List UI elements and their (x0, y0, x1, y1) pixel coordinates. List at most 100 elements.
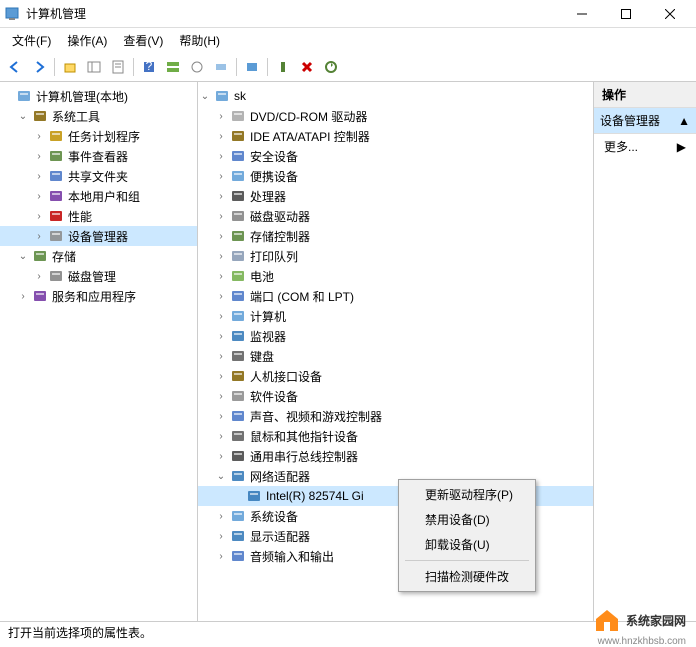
menu-view[interactable]: 查看(V) (115, 30, 171, 51)
tree-item[interactable]: ›服务和应用程序 (0, 286, 197, 306)
collapse-icon[interactable]: › (214, 151, 228, 162)
collapse-icon[interactable]: › (214, 171, 228, 182)
minimize-button[interactable] (560, 0, 604, 28)
uninstall-button[interactable] (296, 56, 318, 78)
monitor-icon (230, 328, 246, 344)
tree-item[interactable]: ›本地用户和组 (0, 186, 197, 206)
tree-item[interactable]: ›便携设备 (198, 166, 593, 186)
expand-icon[interactable]: ⌄ (16, 251, 30, 262)
tree-item[interactable]: ⌄存储 (0, 246, 197, 266)
up-button[interactable] (59, 56, 81, 78)
tree-label: 共享文件夹 (68, 168, 128, 185)
collapse-icon[interactable]: › (214, 371, 228, 382)
collapse-icon[interactable]: › (214, 131, 228, 142)
tree-item[interactable]: ›性能 (0, 206, 197, 226)
tree-label: 磁盘管理 (68, 268, 116, 285)
collapse-icon[interactable]: › (214, 111, 228, 122)
actions-more[interactable]: 更多... ▶ (594, 134, 696, 159)
collapse-icon[interactable]: › (214, 331, 228, 342)
collapse-icon[interactable]: › (214, 271, 228, 282)
help-button[interactable]: ? (138, 56, 160, 78)
collapse-icon[interactable]: › (16, 291, 30, 302)
tree-item[interactable]: ›人机接口设备 (198, 366, 593, 386)
tree-item[interactable]: › 鼠标和其他指针设备 (198, 426, 593, 446)
tree-item[interactable]: ›存储控制器 (198, 226, 593, 246)
tree-item[interactable]: › 共享文件夹 (0, 166, 197, 186)
tree-item[interactable]: 计算机管理(本地) (0, 86, 197, 106)
collapse-icon[interactable]: › (32, 271, 46, 282)
collapse-icon[interactable]: › (214, 391, 228, 402)
update-button[interactable] (320, 56, 342, 78)
tree-item[interactable]: ›事件查看器 (0, 146, 197, 166)
back-button[interactable] (4, 56, 26, 78)
tree-item[interactable]: ›计算机 (198, 306, 593, 326)
collapse-icon[interactable]: › (214, 551, 228, 562)
collapse-icon[interactable]: › (214, 411, 228, 422)
collapse-icon[interactable]: › (214, 511, 228, 522)
context-menu-item[interactable]: 扫描检测硬件改 (401, 564, 533, 589)
context-menu-item[interactable]: 禁用设备(D) (401, 507, 533, 532)
maximize-button[interactable] (604, 0, 648, 28)
scope-tree[interactable]: 计算机管理(本地)⌄系统工具›任务计划程序›事件查看器›共享文件夹›本地用户和组… (0, 82, 198, 621)
properties-button[interactable] (107, 56, 129, 78)
show-console-button[interactable] (83, 56, 105, 78)
collapse-icon[interactable]: › (214, 231, 228, 242)
menu-separator (405, 560, 529, 561)
collapse-icon[interactable]: › (214, 431, 228, 442)
expand-icon[interactable]: ⌄ (198, 91, 212, 102)
tree-item[interactable]: ›监视器 (198, 326, 593, 346)
tree-item[interactable]: ›磁盘驱动器 (198, 206, 593, 226)
collapse-icon[interactable]: › (32, 131, 46, 142)
context-menu-item[interactable]: 更新驱动程序(P) (401, 482, 533, 507)
enable-button[interactable] (272, 56, 294, 78)
collapse-icon[interactable]: › (32, 151, 46, 162)
tree-item[interactable]: ›任务计划程序 (0, 126, 197, 146)
titlebar: 计算机管理 (0, 0, 696, 28)
tree-label: 打印队列 (250, 248, 298, 265)
menu-action[interactable]: 操作(A) (59, 30, 115, 51)
collapse-icon[interactable]: › (32, 191, 46, 202)
forward-button[interactable] (28, 56, 50, 78)
tree-item[interactable]: › 磁盘管理 (0, 266, 197, 286)
tree-item[interactable]: ›DVD/CD-ROM 驱动器 (198, 106, 593, 126)
context-menu-item[interactable]: 卸载设备(U) (401, 532, 533, 557)
tree-item[interactable]: ⌄sk (198, 86, 593, 106)
view-button[interactable] (162, 56, 184, 78)
collapse-icon[interactable]: › (214, 251, 228, 262)
tree-item[interactable]: › 打印队列 (198, 246, 593, 266)
collapse-icon[interactable]: › (214, 311, 228, 322)
collapse-icon[interactable]: › (214, 191, 228, 202)
tree-item[interactable]: ›IDE ATA/ATAPI 控制器 (198, 126, 593, 146)
collapse-icon[interactable]: › (214, 351, 228, 362)
actions-selected[interactable]: 设备管理器 ▲ (594, 108, 696, 134)
tree-item[interactable]: ›声音、视频和游戏控制器 (198, 406, 593, 426)
tree-item[interactable]: ⌄系统工具 (0, 106, 197, 126)
menu-help[interactable]: 帮助(H) (171, 30, 228, 51)
tb-icon-2[interactable] (210, 56, 232, 78)
tree-item[interactable]: ›处理器 (198, 186, 593, 206)
keyboard-icon (230, 348, 246, 364)
scan-hardware-button[interactable] (241, 56, 263, 78)
tree-item[interactable]: ›安全设备 (198, 146, 593, 166)
tree-item[interactable]: ›设备管理器 (0, 226, 197, 246)
expand-icon[interactable]: ⌄ (16, 111, 30, 122)
chevron-right-icon: ▶ (677, 140, 686, 154)
collapse-icon[interactable]: › (32, 171, 46, 182)
close-button[interactable] (648, 0, 692, 28)
collapse-icon[interactable]: › (214, 451, 228, 462)
collapse-icon[interactable]: › (32, 211, 46, 222)
tree-item[interactable]: ›端口 (COM 和 LPT) (198, 286, 593, 306)
expand-icon[interactable]: ⌄ (214, 471, 228, 482)
collapse-icon[interactable]: › (214, 531, 228, 542)
device-tree[interactable]: ⌄sk›DVD/CD-ROM 驱动器›IDE ATA/ATAPI 控制器›安全设… (198, 82, 594, 621)
collapse-icon[interactable]: › (214, 291, 228, 302)
menu-file[interactable]: 文件(F) (4, 30, 59, 51)
collapse-icon[interactable]: › (32, 231, 46, 242)
collapse-icon[interactable]: › (214, 211, 228, 222)
tree-label: 鼠标和其他指针设备 (250, 428, 358, 445)
tb-icon-1[interactable] (186, 56, 208, 78)
tree-item[interactable]: ›键盘 (198, 346, 593, 366)
tree-item[interactable]: ›通用串行总线控制器 (198, 446, 593, 466)
tree-item[interactable]: ›软件设备 (198, 386, 593, 406)
tree-item[interactable]: ›电池 (198, 266, 593, 286)
